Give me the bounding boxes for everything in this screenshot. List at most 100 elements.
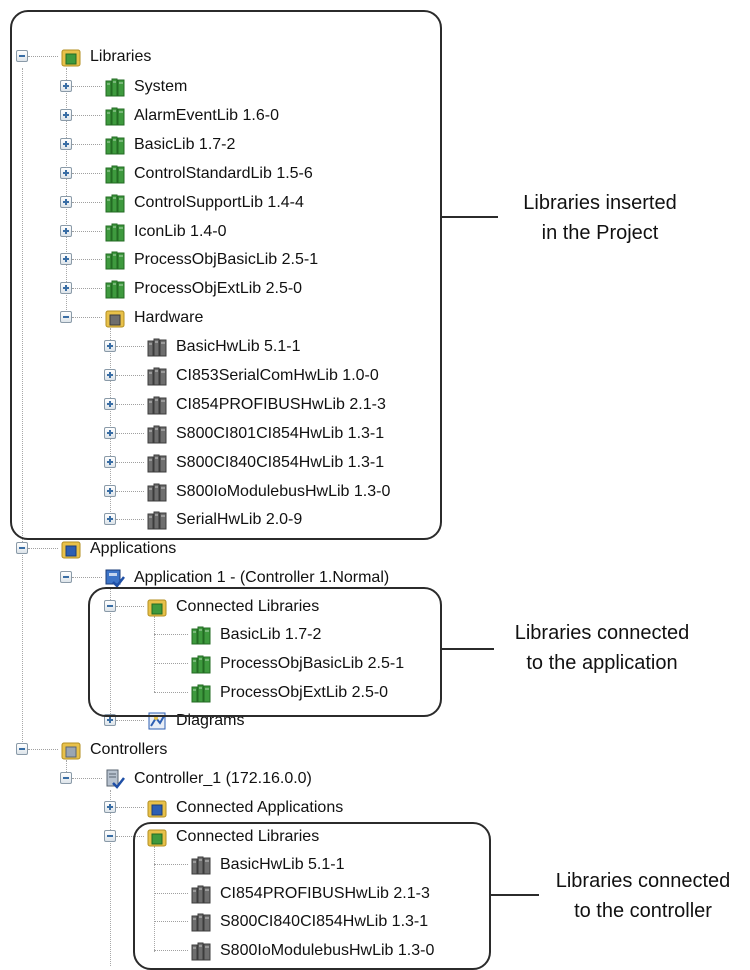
tree-connector [116,374,144,376]
tree-node-processobjbasiclib-2-5-1[interactable]: ProcessObjBasicLib 2.5-1 [0,247,506,273]
tree-node-s800ci801ci854hwlib-1-3-1[interactable]: S800CI801CI854HwLib 1.3-1 [0,421,548,447]
tree-node-application-1[interactable]: Application 1 - (Controller 1.Normal) [0,565,506,591]
tree-node-ctrl-lib-s800ci840ci854hwlib-1-3-1[interactable]: S800CI840CI854HwLib 1.3-1 [0,909,592,935]
tree-connector [72,143,102,145]
expand-icon[interactable] [104,801,116,813]
tree-node-controlsupportlib-1-4-4[interactable]: ControlSupportLib 1.4-4 [0,190,506,216]
expand-icon[interactable] [60,224,72,237]
tree-node-controllers[interactable]: Controllers [0,737,462,763]
tree-node-label: BasicLib 1.7-2 [134,135,236,153]
expand-icon[interactable] [104,368,116,381]
tree-connector [154,864,188,865]
tree-node-applications[interactable]: Applications [0,536,462,562]
tree-connector [154,634,188,635]
gray-hw-library-icon [146,336,168,358]
tree-node-label: S800CI801CI854HwLib 1.3-1 [176,424,385,442]
tree-node-system[interactable]: System [0,74,506,100]
expand-icon[interactable] [60,137,72,150]
tree-node-app-lib-processobjextlib-2-5-0[interactable]: ProcessObjExtLib 2.5-0 [0,680,592,706]
green-library-icon [104,192,126,214]
expand-icon[interactable] [60,108,72,121]
expand-icon[interactable] [104,714,116,726]
tree-node-s800ci840ci854hwlib-1-3-1[interactable]: S800CI840CI854HwLib 1.3-1 [0,450,548,476]
expand-icon[interactable] [104,455,116,468]
tree-node-label: Libraries [90,48,152,65]
tree-connector [116,807,144,808]
hardware-folder-icon [104,307,126,329]
expand-icon[interactable] [60,282,72,295]
tree-node-iconlib-1-4-0[interactable]: IconLib 1.4-0 [0,219,506,245]
tree-connector [116,461,144,463]
tree-node-label: AlarmEventLib 1.6-0 [134,106,279,124]
expand-icon[interactable] [60,166,72,179]
controller-icon [104,768,126,790]
tree-node-controller-1[interactable]: Controller_1 (172.16.0.0) [0,766,506,792]
collapse-icon[interactable] [16,743,28,755]
expand-icon[interactable] [104,513,116,526]
collapse-icon[interactable] [16,50,28,62]
tree-node-s800iomodulebushwlib-1-3-0[interactable]: S800IoModulebusHwLib 1.3-0 [0,479,548,505]
tree-node-ctrl-lib-s800iomodulebushwlib-1-3-0[interactable]: S800IoModulebusHwLib 1.3-0 [0,938,592,964]
expand-icon[interactable] [60,195,72,208]
expand-icon[interactable] [60,80,72,92]
project-libraries-arrow [440,216,498,218]
tree-node-label: Application 1 - (Controller 1.Normal) [134,569,390,586]
tree-node-ci853serialcomhwlib-1-0-0[interactable]: CI853SerialComHwLib 1.0-0 [0,363,548,389]
tree-node-label: Controllers [90,741,168,758]
collapse-icon[interactable] [16,542,28,554]
project-libraries-annotation: Libraries inserted in the Project [500,188,700,248]
tree-node-libraries[interactable]: Libraries [0,44,462,70]
controllers-folder-icon [60,739,82,761]
annotation-line: in the Project [541,222,659,244]
expand-icon[interactable] [104,397,116,410]
tree-node-ctrl-connected-libraries[interactable]: Connected Libraries [0,824,548,850]
gray-hw-library-icon [146,365,168,387]
tree-node-label: Connected Libraries [176,598,320,615]
tree-node-label: ControlSupportLib 1.4-4 [134,193,304,211]
green-library-icon [104,163,126,185]
tree-node-label: ProcessObjBasicLib 2.5-1 [220,655,405,672]
tree-node-label: CI854PROFIBUSHwLib 2.1-3 [220,884,430,902]
tree-node-basichwlib-5-1-1[interactable]: BasicHwLib 5.1-1 [0,334,548,360]
tree-connector [116,403,144,405]
controller-libraries-annotation: Libraries connected to the controller [538,866,748,926]
expand-icon[interactable] [104,340,116,352]
collapse-icon[interactable] [60,772,72,784]
tree-node-connected-applications[interactable]: Connected Applications [0,795,548,821]
controller-libraries-arrow [489,894,539,896]
tree-node-basiclib-1-7-2[interactable]: BasicLib 1.7-2 [0,132,506,158]
expand-icon[interactable] [104,426,116,439]
tree-node-serialhwlib-2-0-9[interactable]: SerialHwLib 2.0-9 [0,507,548,533]
gray-hw-library-icon [190,911,212,933]
gray-hw-library-icon [146,481,168,503]
green-library-icon [104,105,126,127]
collapse-icon[interactable] [60,311,72,323]
tree-connector [72,86,102,87]
tree-node-processobjextlib-2-5-0[interactable]: ProcessObjExtLib 2.5-0 [0,276,506,302]
collapse-icon[interactable] [60,571,72,583]
collapse-icon[interactable] [104,600,116,612]
tree-connector [154,949,188,951]
tree-connector [72,114,102,116]
annotation-line: Libraries connected [555,870,731,892]
tree-node-hardware[interactable]: Hardware [0,305,506,331]
tree-connector [72,201,102,203]
tree-node-label: BasicHwLib 5.1-1 [176,338,301,355]
tree-node-controlstandardlib-1-5-6[interactable]: ControlStandardLib 1.5-6 [0,161,506,187]
tree-node-label: BasicHwLib 5.1-1 [220,856,345,873]
tree-connector [116,346,144,347]
tree-node-label: IconLib 1.4-0 [134,222,227,240]
expand-icon[interactable] [60,253,72,266]
annotation-line: Libraries inserted [523,192,677,214]
tree-node-label: Diagrams [176,712,245,729]
tree-node-ctrl-lib-basichwlib-5-1-1[interactable]: BasicHwLib 5.1-1 [0,852,592,878]
tree-node-app-connected-libraries[interactable]: Connected Libraries [0,594,548,620]
gray-hw-library-icon [190,940,212,962]
expand-icon[interactable] [104,484,116,497]
tree-node-diagrams[interactable]: Diagrams [0,708,548,734]
collapse-icon[interactable] [104,830,116,842]
tree-node-ci854profibushwlib-2-1-3[interactable]: CI854PROFIBUSHwLib 2.1-3 [0,392,548,418]
tree-node-alarmeventlib-1-6-0[interactable]: AlarmEventLib 1.6-0 [0,103,506,129]
tree-connector [72,172,102,174]
tree-connector [72,259,102,261]
